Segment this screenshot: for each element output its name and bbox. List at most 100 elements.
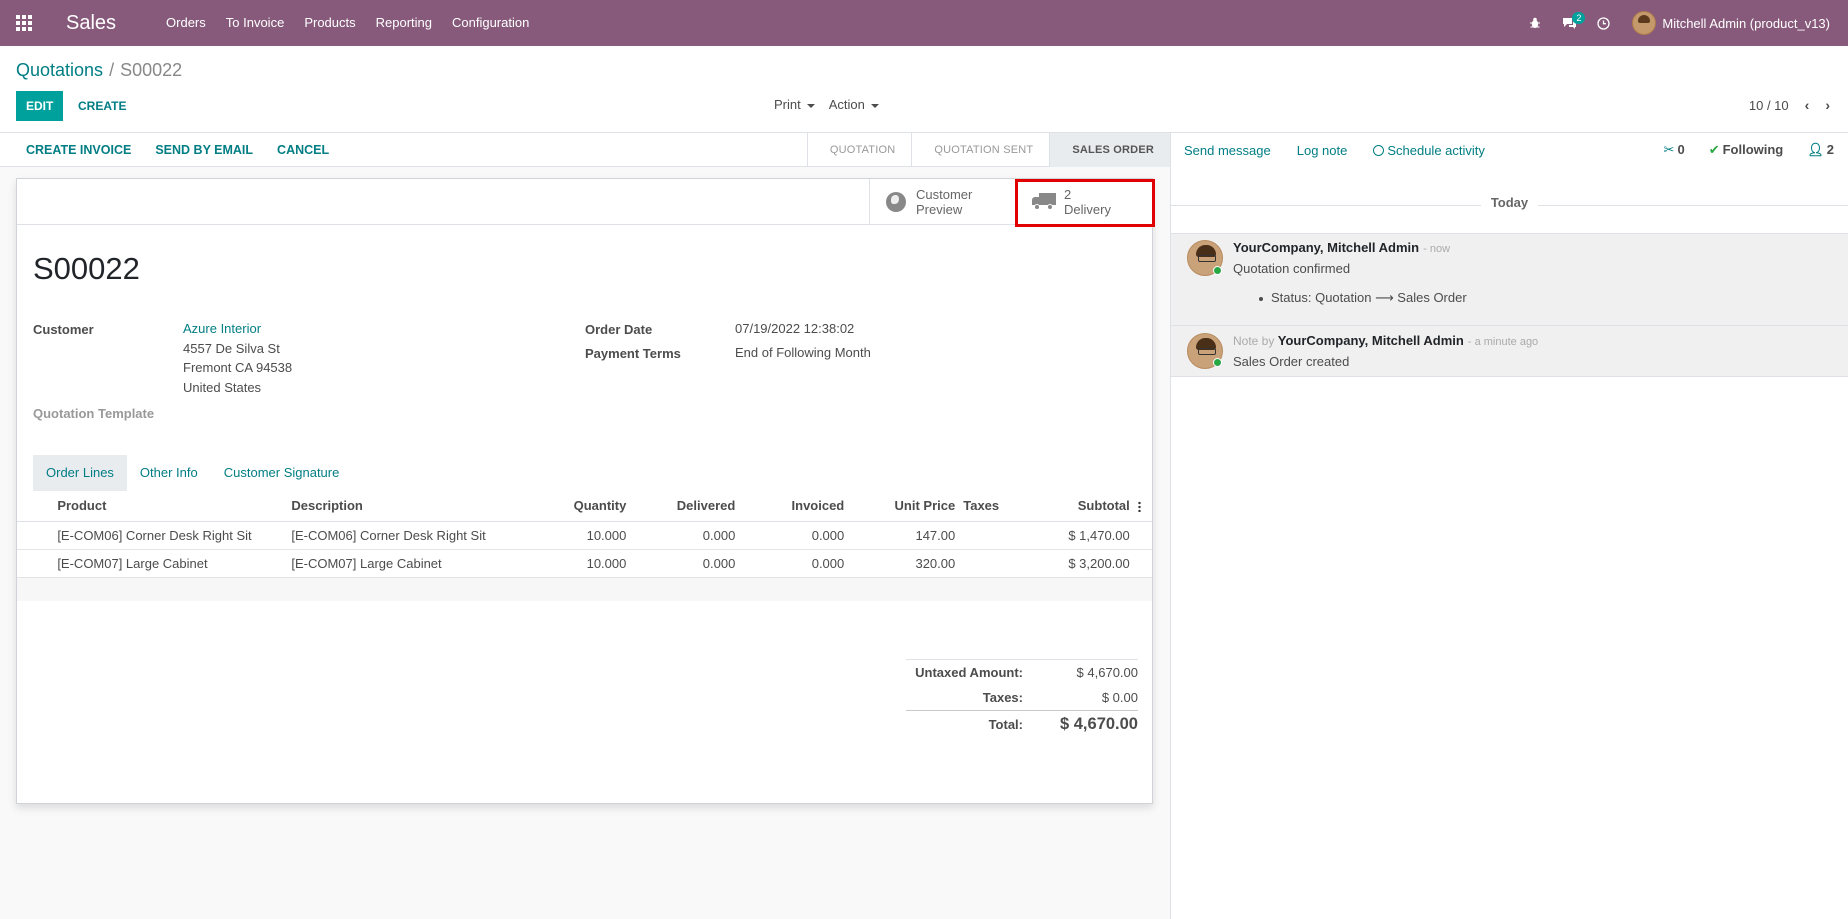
menu-orders[interactable]: Orders (156, 0, 216, 46)
line-quantity: 10.000 (521, 521, 631, 550)
menu-to-invoice[interactable]: To Invoice (216, 0, 295, 46)
attachments-button[interactable]: ✂ 0 (1664, 142, 1685, 158)
delivery-highlight (1015, 179, 1155, 227)
print-label: Print (774, 97, 801, 112)
create-button[interactable]: CREATE (66, 91, 138, 121)
followers-button[interactable]: 👤︎ 2 (1807, 142, 1834, 158)
taxes-row: Taxes: $ 0.00 (906, 685, 1138, 710)
order-totals: Untaxed Amount: $ 4,670.00 Taxes: $ 0.00… (906, 659, 1138, 738)
user-avatar (1632, 11, 1657, 35)
message-body: Sales Order created (1233, 354, 1350, 369)
table-row[interactable]: [E-COM06] Corner Desk Right Sit [E-COM06… (17, 521, 1152, 550)
clock-icon[interactable] (1586, 0, 1620, 46)
caret-down-icon (870, 103, 879, 108)
order-name: S00022 (33, 251, 140, 286)
schedule-activity-label: Schedule activity (1387, 142, 1485, 158)
create-invoice-button[interactable]: CREATE INVOICE (14, 143, 143, 157)
menu-configuration[interactable]: Configuration (442, 0, 539, 46)
line-invoiced: 0.000 (739, 521, 849, 550)
cp-dropdowns: Print Action (774, 97, 893, 112)
payment-terms-value: End of Following Month (735, 345, 871, 360)
col-invoiced[interactable]: Invoiced (739, 491, 849, 522)
breadcrumb: Quotations / S00022 (16, 60, 182, 81)
line-unit-price: 147.00 (848, 521, 960, 550)
edit-button[interactable]: EDIT (16, 91, 64, 121)
paperclip-icon: ✂ (1663, 142, 1675, 157)
chatter-message: Note by YourCompany, Mitchell Admin - a m… (1171, 325, 1848, 377)
schedule-activity-button[interactable]: Schedule activity (1373, 143, 1485, 158)
clock-icon (1373, 144, 1385, 156)
col-description[interactable]: Description (287, 491, 522, 522)
state-quotation[interactable]: QUOTATION (806, 133, 912, 167)
online-status-icon (1213, 266, 1222, 275)
chevron-right-icon[interactable]: › (1825, 97, 1830, 113)
state-quotation-sent[interactable]: QUOTATION SENT (911, 133, 1049, 167)
menu-reporting[interactable]: Reporting (366, 0, 442, 46)
print-dropdown[interactable]: Print (774, 97, 815, 112)
total-row: Total: $ 4,670.00 (906, 710, 1138, 738)
table-row[interactable]: [E-COM07] Large Cabinet [E-COM07] Large … (17, 549, 1152, 578)
col-quantity[interactable]: Quantity (521, 491, 631, 522)
customer-label: Customer (33, 322, 94, 337)
breadcrumb-current: S00022 (120, 60, 183, 80)
total-label: Total: (988, 717, 1023, 732)
chatter: Send message Log note Schedule activity … (1170, 133, 1848, 919)
chevron-left-icon[interactable]: ‹ (1805, 97, 1810, 113)
globe-icon (886, 192, 906, 212)
chatter-stats: ✂ 0 ✔ Following 👤︎ 2 (1640, 142, 1848, 158)
order-date-label: Order Date (585, 322, 653, 337)
apps-grid-icon[interactable] (0, 0, 48, 46)
bug-icon[interactable] (1518, 0, 1552, 46)
line-taxes (959, 521, 1008, 550)
comments-icon[interactable]: 2 (1552, 0, 1586, 46)
chatter-message: YourCompany, Mitchell Admin - now Quotati… (1171, 233, 1848, 325)
col-subtotal[interactable]: Subtotal (1007, 491, 1134, 522)
state-sales-order[interactable]: SALES ORDER (1049, 133, 1170, 167)
breadcrumb-separator: / (109, 60, 115, 80)
form-sheet: Customer Preview 2 Delivery S00022 Custo… (16, 178, 1153, 804)
col-product[interactable]: Product (53, 491, 288, 522)
tracking-value: Status: Quotation ⟶ Sales Order (1259, 290, 1467, 306)
following-button[interactable]: ✔ Following (1709, 142, 1784, 158)
send-by-email-button[interactable]: SEND BY EMAIL (143, 143, 265, 157)
line-delivered: 0.000 (630, 549, 740, 578)
action-label: Action (828, 97, 865, 112)
breadcrumb-quotations[interactable]: Quotations (16, 60, 103, 80)
tab-customer-signature[interactable]: Customer Signature (211, 455, 353, 491)
handle-column (17, 491, 54, 522)
col-unit-price[interactable]: Unit Price (848, 491, 960, 522)
quotation-template-label: Quotation Template (33, 406, 155, 421)
log-note-button[interactable]: Log note (1297, 143, 1348, 158)
line-subtotal: $ 3,200.00 (1007, 549, 1134, 578)
line-delivered: 0.000 (630, 521, 740, 550)
untaxed-label: Untaxed Amount: (915, 665, 1023, 680)
preview-line2: Preview (916, 202, 963, 217)
form-statusbar: CREATE INVOICE SEND BY EMAIL CANCEL QUOT… (0, 133, 1170, 167)
customer-field: Azure Interior 4557 De Silva St Fremont … (183, 319, 292, 397)
send-message-button[interactable]: Send message (1184, 143, 1271, 158)
control-panel: Quotations / S00022 EDIT CREATE Print Acti… (0, 46, 1848, 133)
menu-products[interactable]: Products (294, 0, 365, 46)
message-author[interactable]: Note by YourCompany, Mitchell Admin - a m… (1233, 333, 1538, 348)
col-delivered[interactable]: Delivered (630, 491, 740, 522)
action-dropdown[interactable]: Action (829, 97, 879, 112)
app-name[interactable]: Sales (66, 12, 116, 35)
line-description: [E-COM07] Large Cabinet (287, 549, 522, 578)
caret-down-icon (806, 103, 815, 108)
customer-link[interactable]: Azure Interior (183, 321, 261, 336)
empty-row (17, 577, 1152, 601)
customer-preview-button[interactable]: Customer Preview (869, 179, 1015, 225)
optional-columns-toggle[interactable] (1133, 491, 1152, 522)
message-author[interactable]: YourCompany, Mitchell Admin - now (1233, 240, 1450, 255)
pager-value[interactable]: 10 / 10 (1749, 98, 1789, 113)
payment-terms-label: Payment Terms (585, 346, 681, 361)
user-menu[interactable]: Mitchell Admin (product_v13) (1632, 11, 1830, 35)
tab-other-info[interactable]: Other Info (127, 455, 211, 491)
line-taxes (959, 549, 1008, 578)
line-subtotal: $ 1,470.00 (1007, 521, 1134, 550)
col-taxes[interactable]: Taxes (959, 491, 1008, 522)
taxes-label: Taxes: (982, 690, 1023, 705)
tab-order-lines[interactable]: Order Lines (33, 455, 127, 491)
order-date-value: 07/19/2022 12:38:02 (735, 321, 855, 336)
cancel-button[interactable]: CANCEL (265, 143, 341, 157)
